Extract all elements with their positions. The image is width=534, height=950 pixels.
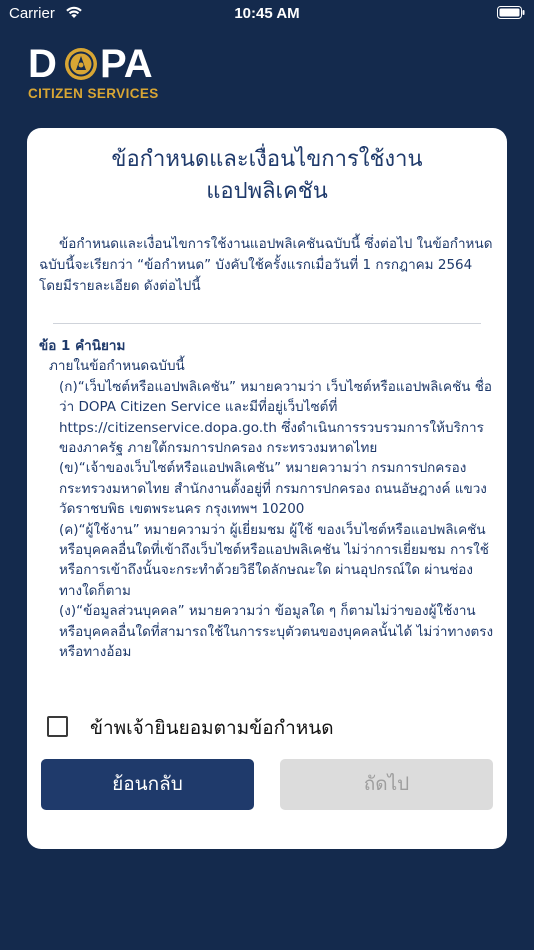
definition-item: (ก)“เว็บไซต์หรือแอปพลิเคชัน” หมายความว่า… bbox=[59, 378, 493, 457]
definition-item: (ข)“เจ้าของเว็บไซต์หรือแอปพลิเคชัน” หมาย… bbox=[59, 460, 487, 518]
battery-icon bbox=[497, 6, 525, 19]
status-bar: Carrier 10:45 AM bbox=[0, 0, 534, 28]
dialog-title-line1: ข้อกำหนดและเงื่อนไขการใช้งาน bbox=[111, 147, 423, 172]
accept-label[interactable]: ข้าพเจ้ายินยอมตามข้อกำหนด bbox=[90, 714, 334, 742]
accept-checkbox[interactable] bbox=[47, 716, 68, 737]
dialog-title: ข้อกำหนดและเงื่อนไขการใช้งาน แอปพลิเคชัน bbox=[27, 144, 507, 208]
definition-item: (ง)“ข้อมูลส่วนบุคคล” หมายความว่า ข้อมูลใ… bbox=[59, 603, 494, 661]
divider bbox=[53, 323, 481, 324]
definition-item: (ค)“ผู้ใช้งาน” หมายความว่า ผู้เยี่ยมชม ผ… bbox=[59, 521, 489, 599]
logo-letters-pa: PA bbox=[100, 42, 153, 86]
next-button[interactable]: ถัดไป bbox=[280, 759, 493, 810]
section-lead: ภายในข้อกำหนดฉบับนี้ bbox=[49, 358, 185, 375]
emblem-icon bbox=[65, 48, 97, 80]
back-button[interactable]: ย้อนกลับ bbox=[41, 759, 254, 810]
terms-dialog: ข้อกำหนดและเงื่อนไขการใช้งาน แอปพลิเคชัน… bbox=[27, 128, 507, 849]
dialog-title-line2: แอปพลิเคชัน bbox=[206, 179, 328, 204]
intro-paragraph: ข้อกำหนดและเงื่อนไขการใช้งานแอปพลิเคชันฉ… bbox=[39, 236, 493, 294]
dopa-logo: D PA CITIZEN SERVICES bbox=[28, 42, 178, 104]
logo-letter-d: D bbox=[28, 42, 57, 86]
status-time: 10:45 AM bbox=[234, 5, 300, 22]
section-title: ข้อ 1 คำนิยาม bbox=[39, 338, 126, 354]
logo-subtitle: CITIZEN SERVICES bbox=[28, 86, 159, 101]
terms-scroll-area[interactable]: ข้อ 1 คำนิยาม ภายในข้อกำหนดฉบับนี้ (ก)“เ… bbox=[39, 336, 495, 699]
